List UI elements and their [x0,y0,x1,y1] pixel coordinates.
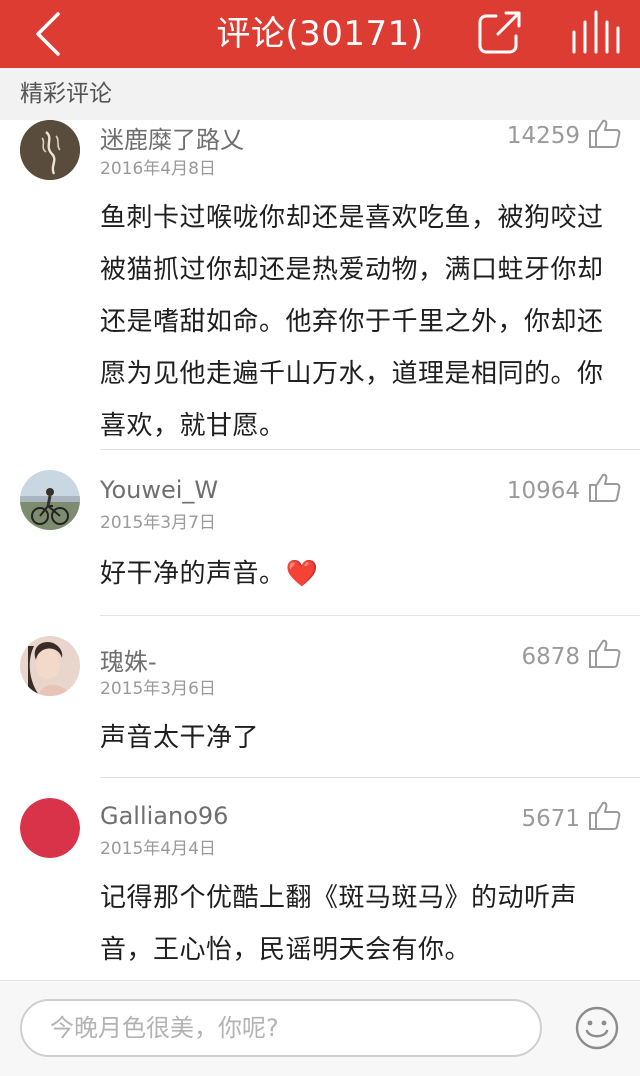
comment-divider [100,449,640,450]
comment-input[interactable] [20,999,542,1057]
section-header: 精彩评论 [0,68,640,120]
comment-username[interactable]: Galliano96 [100,802,228,830]
like-button[interactable] [588,472,622,504]
comment-divider [100,615,640,616]
comment-item: 迷鹿糜了路乂 2016年4月8日 14259 鱼刺卡过喉咙你却还是喜欢吃鱼，被狗… [0,118,640,450]
section-title: 精彩评论 [20,81,112,107]
emoji-button[interactable] [574,1005,620,1051]
page-title: 评论(30171) [216,14,424,54]
comment-username[interactable]: Youwei_W [100,476,218,504]
like-count: 10964 [506,478,580,504]
thumbs-up-icon [589,639,621,668]
comment-date: 2015年3月6日 [100,679,216,699]
share-button[interactable] [472,8,528,58]
share-icon [478,11,521,54]
top-nav-bar: 评论(30171) [0,0,640,68]
bar-chart-icon [572,10,620,54]
smiley-icon [575,1006,619,1050]
avatar[interactable] [20,120,80,180]
stats-button[interactable] [566,6,622,62]
comment-body-text: 好干净的声音。 [100,559,286,589]
avatar[interactable] [20,470,80,530]
avatar-image [20,636,80,696]
comment-item: Galliano96 2015年4月4日 5671 记得那个优酷上翻《斑马斑马》… [0,798,640,980]
thumbs-up-icon [589,473,621,502]
like-button[interactable] [588,800,622,832]
comment-item: 瑰姝- 2015年3月6日 6878 声音太干净了 [0,636,640,778]
comment-date: 2015年3月7日 [100,513,216,533]
like-button[interactable] [588,638,622,670]
comment-date: 2016年4月8日 [100,159,216,179]
chevron-left-icon [36,12,60,56]
avatar-image [20,120,80,180]
thumbs-up-icon [589,119,621,148]
comment-username[interactable]: 瑰姝- [100,642,157,677]
comment-input-bar [0,980,640,1076]
comment-body: 记得那个优酷上翻《斑马斑马》的动听声音，王心怡，民谣明天会有你。 [100,883,578,965]
comment-divider [100,777,640,778]
comment-body: 鱼刺卡过喉咙你却还是喜欢吃鱼，被狗咬过被猫抓过你却还是热爱动物，满口蛀牙你却还是… [100,203,604,441]
like-button[interactable] [588,118,622,150]
comment-username[interactable]: 迷鹿糜了路乂 [100,120,244,155]
avatar[interactable] [20,636,80,696]
thumbs-up-icon [589,801,621,830]
comment-body: 好干净的声音。❤️ [100,548,616,600]
comment-date: 2015年4月4日 [100,839,216,859]
like-count: 5671 [521,806,580,832]
comment-body: 声音太干净了 [100,723,260,753]
avatar-image [20,470,80,530]
avatar[interactable] [20,798,80,858]
like-count: 6878 [521,644,580,670]
heart-emoji: ❤️ [285,559,319,589]
back-button[interactable] [20,6,80,62]
comment-item: Youwei_W 2015年3月7日 10964 好干净的声音。❤️ [0,470,640,616]
avatar-image [20,798,80,858]
like-count: 14259 [506,123,580,149]
